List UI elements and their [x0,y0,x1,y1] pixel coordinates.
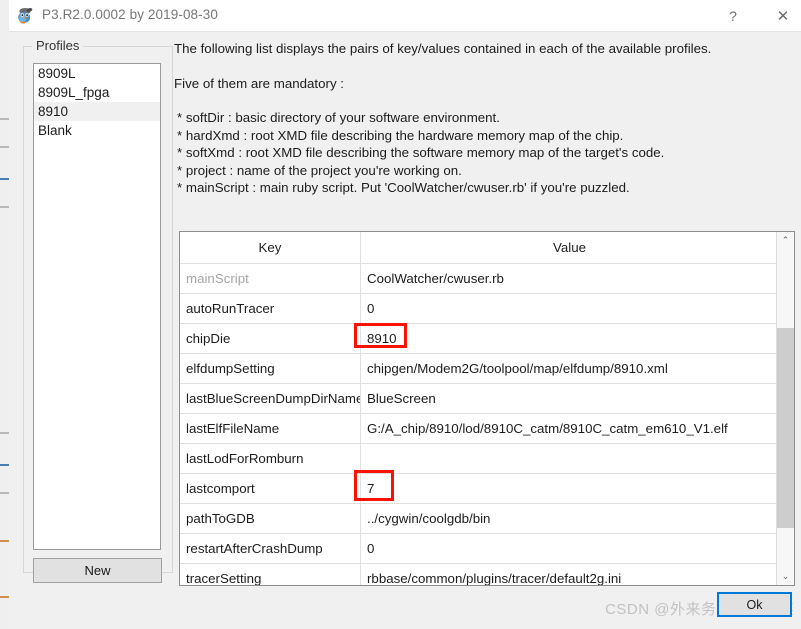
row-key[interactable]: autoRunTracer [180,293,361,324]
list-item[interactable]: Blank [34,121,160,140]
bleed-tick [0,206,9,208]
key-value-table-viewport: Key Value mainScript CoolWatcher/cwuser.… [180,232,778,585]
table-row[interactable]: elfdumpSetting chipgen/Modem2G/toolpool/… [180,353,778,384]
scroll-up-icon[interactable]: ⌃ [777,232,794,249]
table-row[interactable]: chipDie 8910 [180,323,778,354]
table-row[interactable]: tracerSetting rbbase/common/plugins/trac… [180,563,778,585]
list-item[interactable]: 8909L_fpga [34,83,160,102]
description-line: * softXmd : root XMD file describing the… [177,145,665,160]
row-value[interactable]: BlueScreen [360,383,778,414]
row-value[interactable]: chipgen/Modem2G/toolpool/map/elfdump/891… [360,353,778,384]
table-row[interactable]: pathToGDB ../cygwin/coolgdb/bin [180,503,778,534]
row-key[interactable]: restartAfterCrashDump [180,533,361,564]
description-line: * project : name of the project you're w… [177,162,462,178]
row-value[interactable]: 0 [360,293,778,324]
bleed-tick [0,464,9,466]
row-key[interactable]: pathToGDB [180,503,361,534]
key-value-table-container: Key Value mainScript CoolWatcher/cwuser.… [179,231,795,586]
list-item[interactable]: 8909L [34,64,160,83]
row-value[interactable]: 8910 [360,323,778,354]
key-value-table: Key Value mainScript CoolWatcher/cwuser.… [180,232,778,585]
bleed-tick [0,118,9,120]
description-line: * hardXmd : root XMD file describing the… [177,127,624,143]
table-row[interactable]: lastBlueScreenDumpDirName BlueScreen [180,383,778,414]
row-key[interactable]: lastBlueScreenDumpDirName [180,383,361,414]
list-item[interactable]: 8910 [34,102,160,121]
row-key[interactable]: mainScript [180,263,361,294]
row-value[interactable]: 0 [360,533,778,564]
profile-settings-dialog: P3.R2.0.0002 by 2019-08-30 ? ✕ Profiles … [9,0,801,629]
description-text: The following list displays the pairs of… [174,40,794,197]
table-row[interactable]: mainScript CoolWatcher/cwuser.rb [180,263,778,294]
description-line: Five of them are mandatory : [174,75,344,91]
table-row[interactable]: lastLodForRomburn [180,443,778,474]
bleed-tick [0,540,9,542]
scroll-down-icon[interactable]: ⌄ [777,568,794,585]
description-line: * mainScript : main ruby script. Put 'Co… [177,180,630,195]
bleed-tick [0,492,9,494]
column-header-value[interactable]: Value [360,232,778,264]
close-button[interactable]: ✕ [761,0,801,31]
profiles-list[interactable]: 8909L 8909L_fpga 8910 Blank [33,63,161,550]
bleed-tick [0,432,9,434]
table-row[interactable]: restartAfterCrashDump 0 [180,533,778,564]
bleed-tick [0,596,9,598]
row-key[interactable]: lastcomport [180,473,361,504]
row-value[interactable]: CoolWatcher/cwuser.rb [360,263,778,294]
row-key[interactable]: lastElfFileName [180,413,361,444]
profiles-group-label: Profiles [32,38,84,53]
bird-icon [18,8,33,24]
scrollbar-thumb[interactable] [777,328,794,528]
window-title: P3.R2.0.0002 by 2019-08-30 [42,7,218,22]
table-vertical-scrollbar[interactable]: ⌃ ⌄ [776,232,794,585]
description-line: * softDir : basic directory of your soft… [177,110,500,125]
column-header-key[interactable]: Key [180,232,361,264]
bleed-tick [0,146,9,148]
help-button[interactable]: ? [711,0,755,31]
ok-button[interactable]: Ok [717,592,792,617]
row-key[interactable]: elfdumpSetting [180,353,361,384]
row-value[interactable]: G:/A_chip/8910/lod/8910C_catm/8910C_catm… [360,413,778,444]
table-row[interactable]: lastcomport 7 [180,473,778,504]
row-key[interactable]: lastLodForRomburn [180,443,361,474]
row-key[interactable]: chipDie [180,323,361,354]
bleed-tick [0,178,9,180]
description-line: The following list displays the pairs of… [174,41,712,56]
row-value[interactable]: ../cygwin/coolgdb/bin [360,503,778,534]
new-profile-button[interactable]: New [33,558,162,583]
table-row[interactable]: autoRunTracer 0 [180,293,778,324]
title-bar: P3.R2.0.0002 by 2019-08-30 ? ✕ [9,0,801,32]
table-row[interactable]: lastElfFileName G:/A_chip/8910/lod/8910C… [180,413,778,444]
row-value[interactable]: rbbase/common/plugins/tracer/default2g.i… [360,563,778,585]
row-key[interactable]: tracerSetting [180,563,361,585]
table-header-row: Key Value [180,232,778,264]
row-value[interactable] [360,443,778,474]
row-value[interactable]: 7 [360,473,778,504]
